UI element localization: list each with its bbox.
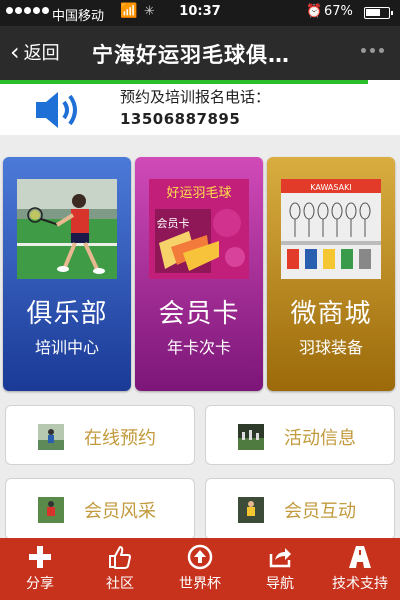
chevron-left-icon: ‹	[10, 38, 20, 66]
page-title: 宁海好运羽毛球俱…	[92, 43, 290, 67]
button-label: 会员风采	[84, 501, 156, 522]
tab-label: 技术支持	[332, 576, 388, 592]
tab-tech-support[interactable]: 技术支持	[320, 538, 400, 600]
tab-label: 世界杯	[179, 576, 221, 592]
shop-card[interactable]: KAWASAKI 微商城 羽球装备	[267, 157, 395, 391]
online-booking-button[interactable]: 在线预约	[5, 405, 195, 465]
plus-icon	[29, 546, 51, 568]
card-title: 俱乐部	[26, 299, 108, 329]
contact-banner: 预约及培训报名电话： 13506887895	[0, 84, 400, 135]
thumbs-up-icon	[109, 546, 131, 569]
member-gallery-button[interactable]: 会员风采	[5, 478, 195, 540]
card-subtitle: 培训中心	[34, 338, 99, 357]
contact-phone[interactable]: 13506887895	[120, 110, 240, 128]
tab-label: 分享	[26, 576, 54, 592]
tab-navigation[interactable]: 导航	[240, 538, 320, 600]
more-options-icon[interactable]	[361, 48, 384, 53]
racket-store-photo: KAWASAKI	[281, 179, 381, 279]
button-label: 在线预约	[84, 428, 156, 449]
image-brand-text: 好运羽毛球	[166, 186, 231, 201]
battery-icon	[364, 7, 393, 19]
tab-label: 社区	[106, 576, 134, 592]
booking-thumbnail-icon	[38, 424, 64, 450]
road-a-icon	[349, 546, 371, 568]
member-card-card[interactable]: 好运羽毛球 会员卡 会员卡 年卡次卡	[135, 157, 263, 391]
member-card-image: 好运羽毛球 会员卡	[149, 179, 249, 279]
events-info-button[interactable]: 活动信息	[205, 405, 395, 465]
tab-share[interactable]: 分享	[0, 538, 80, 600]
bottom-tab-bar: 分享 社区 世界杯 导航 技术支持	[0, 538, 400, 600]
club-card[interactable]: 俱乐部 培训中心	[3, 157, 131, 391]
speaker-icon	[36, 92, 77, 128]
tab-world-cup[interactable]: 世界杯	[160, 538, 240, 600]
status-bar: 中国移动 📶 ✳ 10:37 ⏰ 67%	[0, 0, 400, 26]
card-subtitle: 年卡次卡	[166, 338, 231, 357]
back-button[interactable]: ‹ 返回	[10, 39, 60, 65]
member-interaction-button[interactable]: 会员互动	[205, 478, 395, 540]
tab-community[interactable]: 社区	[80, 538, 160, 600]
button-label: 活动信息	[284, 428, 356, 449]
arrow-up-circle-icon	[187, 544, 213, 570]
battery-percent: 67%	[324, 4, 353, 19]
card-subtitle: 羽球装备	[298, 338, 363, 357]
alarm-clock-icon: ⏰	[306, 4, 323, 19]
tab-label: 导航	[266, 576, 294, 592]
badminton-player-photo	[17, 179, 117, 279]
gallery-thumbnail-icon	[38, 497, 64, 523]
image-brand-text: KAWASAKI	[310, 183, 351, 192]
button-label: 会员互动	[284, 501, 356, 522]
image-card-text: 会员卡	[157, 217, 190, 230]
card-title: 会员卡	[158, 299, 240, 329]
events-thumbnail-icon	[238, 424, 264, 450]
share-arrow-icon	[269, 548, 291, 568]
navigation-bar: ‹ 返回 宁海好运羽毛球俱…	[0, 26, 400, 80]
contact-label: 预约及培训报名电话：	[120, 88, 271, 106]
interaction-thumbnail-icon	[238, 497, 264, 523]
back-label: 返回	[23, 43, 60, 64]
card-title: 微商城	[290, 299, 372, 329]
